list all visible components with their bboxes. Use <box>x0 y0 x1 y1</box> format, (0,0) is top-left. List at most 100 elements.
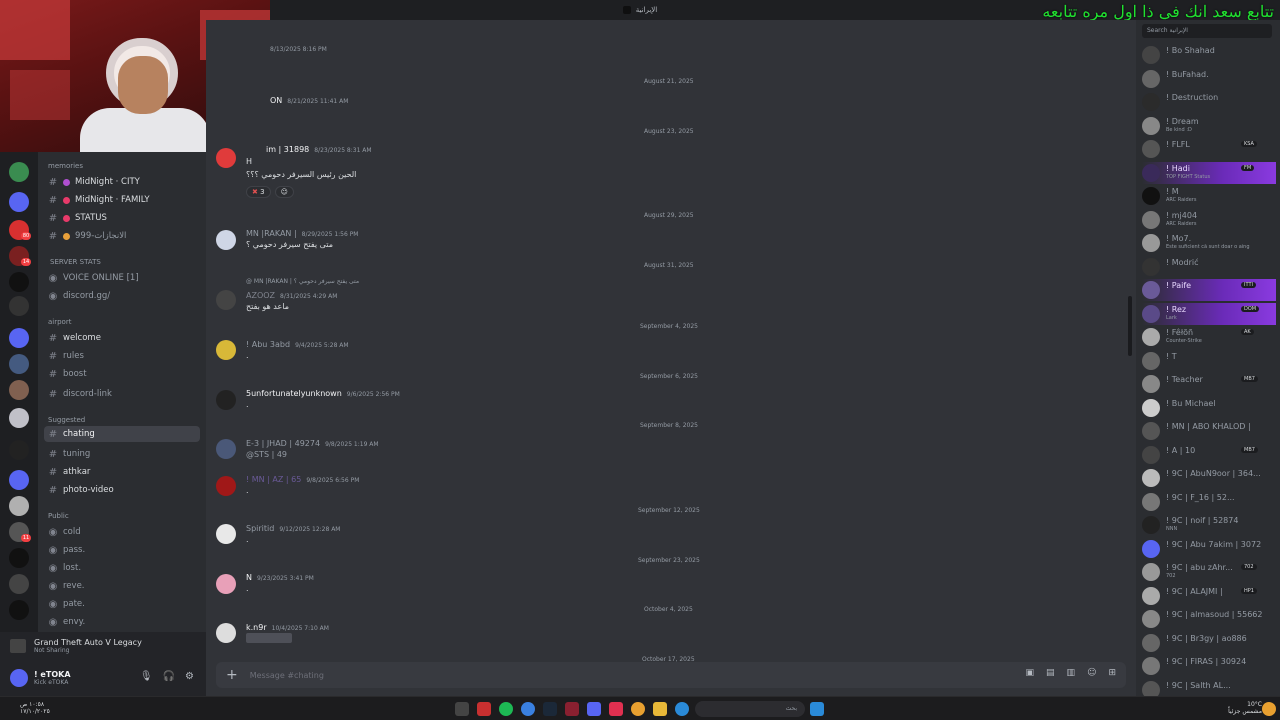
channel-welcome[interactable]: # welcome <box>44 330 200 346</box>
server-icon[interactable] <box>9 162 29 182</box>
emoji-icon[interactable]: ☺ <box>1087 668 1096 678</box>
voice-channel-reve[interactable]: ◉ reve. <box>44 578 200 594</box>
category-airport[interactable]: airport <box>48 318 71 326</box>
member-item[interactable]: ! 9C | F_16 | 52... <box>1142 491 1276 513</box>
server-icon[interactable] <box>9 354 29 374</box>
member-item[interactable]: ! Dream Be kind :D <box>1142 115 1276 137</box>
channel-rules[interactable]: # rules <box>44 348 200 364</box>
member-item[interactable]: ! Hadi FM TOP FIGHT Status <box>1142 161 1276 184</box>
message-author[interactable]: AZOOZ 8/31/2025 4:29 AM <box>246 291 337 300</box>
message-author[interactable]: N 9/23/2025 3:41 PM <box>246 573 314 582</box>
server-icon[interactable] <box>9 192 29 212</box>
message-avatar[interactable] <box>216 439 236 459</box>
channel-voice-online[interactable]: ◉ VOICE ONLINE [1] <box>44 270 200 286</box>
message-author[interactable]: k.n9r 10/4/2025 7:10 AM <box>246 623 329 632</box>
channel-chating[interactable]: # chating <box>44 426 200 442</box>
message-avatar[interactable] <box>216 340 236 360</box>
message-avatar[interactable] <box>216 390 236 410</box>
server-icon[interactable] <box>9 328 29 348</box>
member-item[interactable]: ! FLFL KSA <box>1142 138 1276 160</box>
member-item[interactable]: ! 9C | almasoud | 55662 <box>1142 608 1276 630</box>
plus-icon[interactable]: + <box>226 667 238 683</box>
member-item[interactable]: ! 9C | Salth AL... <box>1142 679 1276 696</box>
spotify-icon[interactable] <box>499 702 513 716</box>
server-icon[interactable] <box>9 440 29 460</box>
channel-photo-video[interactable]: # photo-video <box>44 482 200 498</box>
member-item[interactable]: ! BuFahad. <box>1142 68 1276 90</box>
voice-channel-cold[interactable]: ◉ cold <box>44 524 200 540</box>
sticker-icon[interactable]: ▥ <box>1067 668 1076 678</box>
member-item[interactable]: ! mj404 ARC Raiders <box>1142 209 1276 231</box>
channel-tuning[interactable]: # tuning <box>44 446 200 462</box>
message-author[interactable]: ON 8/21/2025 11:41 AM <box>270 96 348 105</box>
server-icon[interactable] <box>9 574 29 594</box>
member-item[interactable]: ! Mo7. Este suficient că sunt doar o aing <box>1142 232 1276 254</box>
activity-panel[interactable]: Grand Theft Auto V Legacy Not Sharing <box>0 632 206 660</box>
microphone-icon[interactable]: 🎙 <box>140 671 153 682</box>
reaction-chip[interactable]: ✖ 3 <box>246 186 271 198</box>
message-input[interactable]: Message #chating <box>250 671 324 680</box>
steam-icon[interactable] <box>543 702 557 716</box>
discord-icon[interactable] <box>587 702 601 716</box>
member-item[interactable]: ! 9C | FIRAS | 30924 <box>1142 655 1276 677</box>
category-suggested[interactable]: Suggested <box>48 416 85 424</box>
app-icon[interactable] <box>477 702 491 716</box>
message-composer[interactable]: + Message #chating ▣ ▤ ▥ ☺ ⊞ <box>216 662 1126 688</box>
message-author[interactable]: 5unfortunatelyunknown 9/6/2025 2:56 PM <box>246 389 400 398</box>
message-author[interactable]: E-3 | JHAD | 49274 9/8/2025 1:19 AM <box>246 439 379 448</box>
member-item[interactable]: ! Rez DOM Lark <box>1142 302 1276 325</box>
server-icon[interactable] <box>9 600 29 620</box>
member-item[interactable]: ! A | 10 MB7 <box>1142 444 1276 466</box>
server-icon[interactable] <box>9 296 29 316</box>
apps-icon[interactable]: ⊞ <box>1108 668 1116 678</box>
user-avatar[interactable] <box>10 669 28 687</box>
member-item[interactable]: ! M ARC Raiders <box>1142 185 1276 207</box>
category-public[interactable]: Public <box>48 512 69 520</box>
folder-icon[interactable] <box>653 702 667 716</box>
server-icon[interactable] <box>9 380 29 400</box>
message-author[interactable]: ! MN | AZ | 65 9/8/2025 6:56 PM <box>246 475 359 484</box>
message-author[interactable]: im | 31898 8/23/2025 8:31 AM <box>266 145 372 154</box>
clock[interactable]: ١٠:٥٨ ص ١٧/١٠/٢٠٢٥ <box>20 701 50 715</box>
message-author[interactable]: Spiritid 9/12/2025 12:28 AM <box>246 524 340 533</box>
member-item[interactable]: ! MN | ABO KHALOD | <box>1142 420 1276 442</box>
channel-discord-gg[interactable]: ◉ discord.gg/ <box>44 288 200 304</box>
reply-preview[interactable]: @ MN |RAKAN | متى يفتح سيرفر دحومي ؟ <box>246 278 359 285</box>
category-memories[interactable]: memories <box>48 162 83 170</box>
spoiler-attachment[interactable] <box>246 633 292 643</box>
edge-icon[interactable] <box>675 702 689 716</box>
member-item[interactable]: ! Bu Michael <box>1142 397 1276 419</box>
app-icon[interactable] <box>609 702 623 716</box>
headphones-icon[interactable]: 🎧 <box>163 671 175 682</box>
member-item[interactable]: ! 9C | ALAJMI | HP1 <box>1142 585 1276 607</box>
search-input[interactable]: Search الإبرانية <box>1142 24 1272 38</box>
server-icon[interactable] <box>9 470 29 490</box>
weather-widget[interactable]: 10°C مشمس جزئياً <box>1220 701 1262 715</box>
message-avatar[interactable] <box>216 148 236 168</box>
server-icon[interactable] <box>9 272 29 292</box>
app-icon[interactable] <box>455 702 469 716</box>
message-author[interactable]: MN |RAKAN | 8/29/2025 1:56 PM <box>246 229 359 238</box>
add-reaction-icon[interactable]: ☺ <box>274 186 294 198</box>
channel-discord-link[interactable]: # discord-link <box>44 386 200 402</box>
app-icon[interactable] <box>565 702 579 716</box>
server-icon[interactable] <box>9 548 29 568</box>
member-item[interactable]: ! 9C | Abu 7akim | 3072 <box>1142 538 1276 560</box>
windows-start-icon[interactable] <box>810 702 824 716</box>
message-avatar[interactable] <box>216 574 236 594</box>
chat-scrollbar[interactable] <box>1128 296 1132 356</box>
channel-midnight-city[interactable]: # MidNight · CITY <box>44 174 200 190</box>
member-item[interactable]: ! Teacher MB7 <box>1142 373 1276 395</box>
member-item[interactable]: ! 9C | Br3gy | ao886 <box>1142 632 1276 654</box>
channel-achievements[interactable]: # الانجازات-999 <box>44 228 200 244</box>
message-avatar[interactable] <box>216 290 236 310</box>
message-author[interactable]: ! Abu 3abd 9/4/2025 5:28 AM <box>246 340 349 349</box>
member-item[interactable]: ! Fêłõñ AK Counter-Strike <box>1142 326 1276 348</box>
gif-icon[interactable]: ▤ <box>1046 668 1055 678</box>
member-item[interactable]: ! 9C | abu zAhr... 702 702 <box>1142 561 1276 583</box>
member-item[interactable]: ! Paife ITTI <box>1142 279 1276 301</box>
member-item[interactable]: ! Destruction <box>1142 91 1276 113</box>
channel-athkar[interactable]: # athkar <box>44 464 200 480</box>
message-avatar[interactable] <box>216 230 236 250</box>
channel-midnight-family[interactable]: # MidNight · FAMILY <box>44 192 200 208</box>
